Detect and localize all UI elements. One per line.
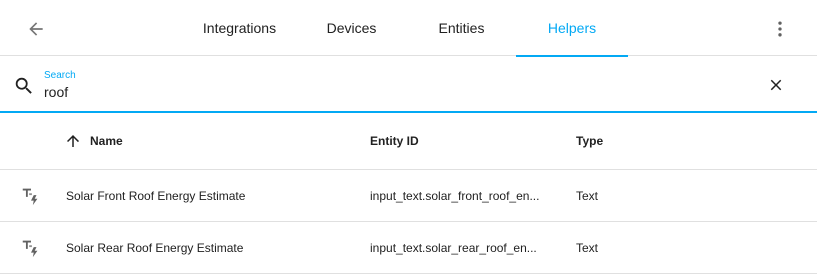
clear-search-button[interactable] bbox=[764, 73, 788, 97]
text-bolt-icon bbox=[22, 188, 38, 206]
table-row[interactable]: Solar Front Roof Energy Estimate input_t… bbox=[0, 170, 817, 222]
table-header: Name Entity ID Type bbox=[0, 113, 817, 170]
search-icon bbox=[15, 77, 32, 94]
column-header-type[interactable]: Type bbox=[576, 134, 603, 148]
row-entity-id: input_text.solar_rear_roof_en... bbox=[370, 241, 537, 255]
search-input[interactable] bbox=[44, 82, 644, 102]
column-header-entity-id[interactable]: Entity ID bbox=[370, 134, 419, 148]
search-bar: Search bbox=[0, 56, 817, 113]
row-type: Text bbox=[576, 189, 599, 203]
tab-entities[interactable]: Entities bbox=[407, 0, 516, 56]
tab-helpers[interactable]: Helpers bbox=[516, 0, 628, 57]
text-bolt-icon bbox=[22, 240, 38, 258]
row-name: Solar Rear Roof Energy Estimate bbox=[66, 241, 244, 255]
more-vertical-icon bbox=[778, 21, 782, 37]
row-name: Solar Front Roof Energy Estimate bbox=[66, 189, 246, 203]
tab-integrations[interactable]: Integrations bbox=[183, 0, 296, 56]
overflow-menu-button[interactable] bbox=[764, 13, 796, 45]
arrow-up-icon[interactable] bbox=[64, 132, 82, 150]
row-type: Text bbox=[576, 241, 599, 255]
search-label: Search bbox=[44, 70, 76, 81]
helpers-page: Integrations Devices Entities Helpers Se… bbox=[0, 0, 817, 280]
table-row[interactable]: Solar Rear Roof Energy Estimate input_te… bbox=[0, 222, 817, 274]
column-header-name[interactable]: Name bbox=[90, 134, 123, 148]
back-button[interactable] bbox=[20, 13, 52, 45]
row-entity-id: input_text.solar_front_roof_en... bbox=[370, 189, 540, 203]
tab-devices[interactable]: Devices bbox=[296, 0, 407, 56]
tab-bar: Integrations Devices Entities Helpers bbox=[183, 0, 628, 57]
arrow-left-icon bbox=[29, 22, 43, 36]
top-app-bar: Integrations Devices Entities Helpers bbox=[0, 0, 817, 57]
close-icon bbox=[770, 79, 782, 91]
